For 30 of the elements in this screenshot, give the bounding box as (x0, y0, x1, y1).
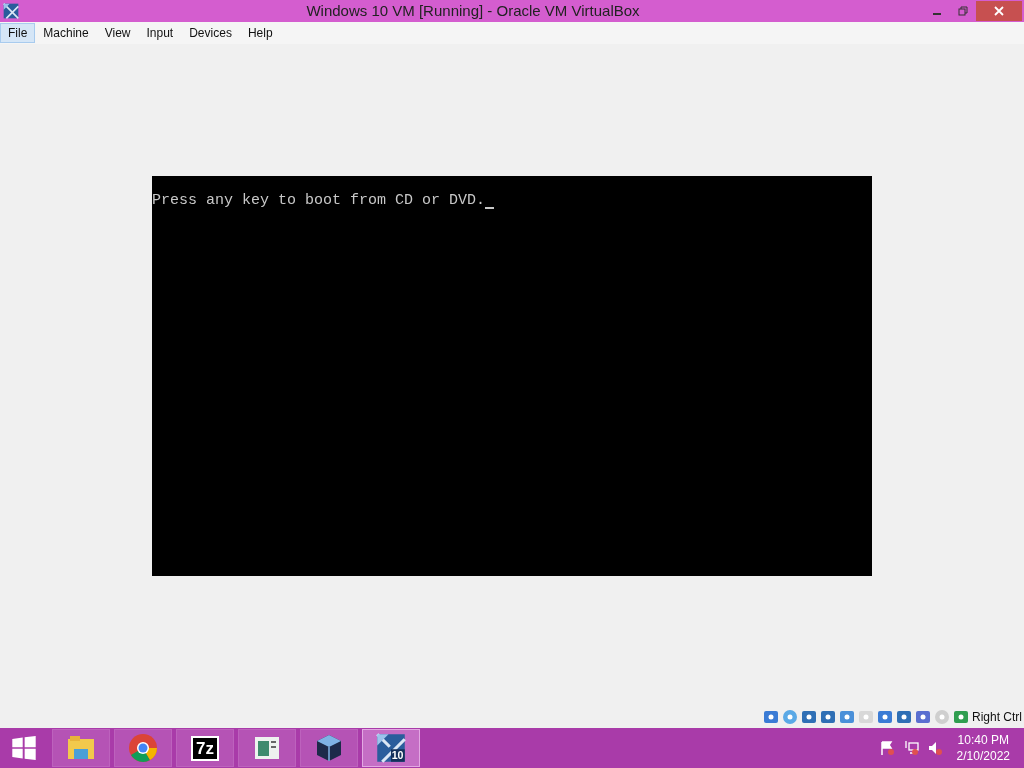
clock-time: 10:40 PM (957, 732, 1009, 748)
menu-item[interactable]: Help (239, 23, 281, 43)
menu-item[interactable]: File (0, 23, 36, 43)
close-icon (994, 6, 1004, 16)
taskbar-app[interactable] (52, 729, 110, 767)
menu-item[interactable]: View (96, 23, 139, 43)
taskbar-app[interactable] (300, 729, 358, 767)
vm-screen[interactable]: Press any key to boot from CD or DVD. (152, 176, 872, 576)
clock[interactable]: 10:40 PM 2/10/2022 (956, 732, 1010, 764)
close-button[interactable] (976, 1, 1022, 21)
taskbar-app[interactable] (114, 729, 172, 767)
menu-item[interactable]: Machine (35, 23, 97, 43)
menu-item[interactable]: Devices (181, 23, 240, 43)
virtual-machine-icon: 10 (376, 733, 406, 763)
taskbar-app[interactable] (238, 729, 296, 767)
boot-message: Press any key to boot from CD or DVD. (152, 191, 486, 211)
windows-logo-icon (11, 735, 37, 761)
taskbar-app[interactable]: 10 (362, 729, 420, 767)
host-key-label: Right Ctrl (972, 709, 1022, 726)
minimize-icon (933, 13, 941, 15)
menu-item[interactable]: Input (138, 23, 182, 43)
cube-icon (314, 733, 344, 763)
taskbar-app[interactable]: 7z (176, 729, 234, 767)
archive-icon: 7z (191, 735, 219, 761)
restore-icon (958, 6, 968, 16)
flag-icon[interactable] (878, 740, 895, 756)
window-title: Windows 10 VM [Running] - Oracle VM VirtualBox (305, 0, 641, 21)
app-icon (3, 3, 19, 19)
clock-date: 2/10/2022 (956, 748, 1010, 764)
chrome-icon (128, 733, 158, 763)
